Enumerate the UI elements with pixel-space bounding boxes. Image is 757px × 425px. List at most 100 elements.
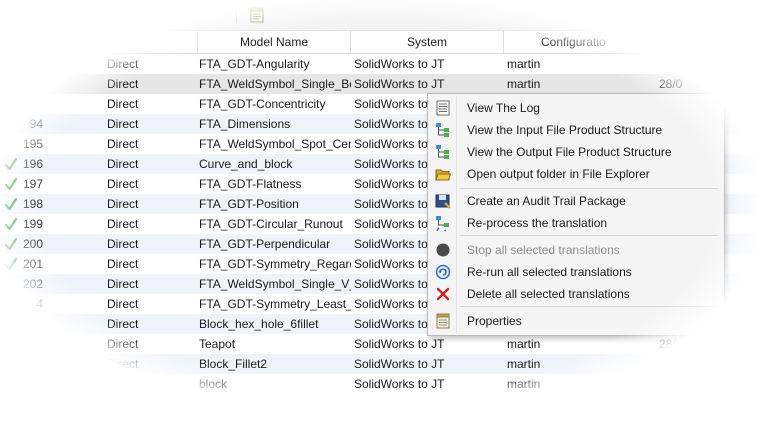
model-name-cell: FTA_WeldSymbol_Spot_Cent <box>199 137 351 151</box>
direction-cell: Direct <box>107 77 139 91</box>
direction-cell: Direct <box>107 297 139 311</box>
direction-cell: Direct <box>107 337 139 351</box>
column-header-direction[interactable] <box>0 31 198 53</box>
stop-icon <box>436 243 450 257</box>
menu-item-re-process-the-translation[interactable]: Re-process the translation <box>430 212 720 234</box>
properties-icon <box>436 313 450 329</box>
row-id-cell: 200 <box>22 237 43 251</box>
folder-open-icon <box>435 169 451 181</box>
direction-cell: Direct <box>107 177 139 191</box>
row-id-cell <box>0 334 43 354</box>
menu-item-label: Delete all selected translations <box>467 287 630 301</box>
table-header: Model Name System Configuratio <box>0 31 757 54</box>
model-name-cell: FTA_WeldSymbol_Single_V_E <box>199 277 351 291</box>
model-name-cell: FTA_GDT-Symmetry_Regardl <box>199 257 351 271</box>
menu-item-label: Properties <box>467 314 522 328</box>
row-id-cell <box>0 354 43 374</box>
notepad-icon[interactable] <box>249 7 265 23</box>
model-name-cell: FTA_Dimensions <box>199 117 291 131</box>
app-window: Model Name System Configuratio Direct FTA… <box>0 0 757 425</box>
direction-cell: Direct <box>107 97 139 111</box>
table-row[interactable]: Direct Block_Fillet2 SolidWorks to JT marti… <box>0 354 757 374</box>
table-row[interactable]: Direct Teapot SolidWorks to JT martin 28/ <box>0 334 757 354</box>
menu-separator <box>460 306 718 307</box>
row-id-cell: 195 <box>22 137 43 151</box>
tree-structure-icon <box>436 123 449 137</box>
table-row[interactable]: Direct FTA_WeldSymbol_Single_Bev SolidWork… <box>0 74 757 94</box>
model-name-cell: FTA_GDT-Circular_Runout <box>199 217 343 231</box>
direction-cell: Direct <box>107 217 139 231</box>
audit-package-icon <box>435 194 451 209</box>
row-id-cell <box>0 54 43 74</box>
menu-item-properties[interactable]: Properties <box>430 310 720 332</box>
menu-item-view-the-output-file-product-structure[interactable]: View the Output File Product Structure <box>430 141 720 163</box>
menu-item-delete-all-selected-translations[interactable]: Delete all selected translations <box>430 283 720 305</box>
system-cell: SolidWorks to JT <box>354 377 445 391</box>
time-cell <box>659 354 749 374</box>
time-cell: 28/ <box>659 337 676 351</box>
direction-cell: Direct <box>107 117 139 131</box>
model-name-cell: Curve_and_block <box>199 157 293 171</box>
system-cell: SolidWorks to JT <box>354 57 445 71</box>
menu-separator <box>460 188 718 189</box>
model-name-cell: FTA_GDT-Symmetry_Least_M <box>199 297 351 311</box>
system-cell: SolidWorks to JT <box>354 357 445 371</box>
direction-cell: Direct <box>107 197 139 211</box>
time-cell <box>659 374 749 394</box>
menu-item-re-run-all-selected-translations[interactable]: Re-run all selected translations <box>430 261 720 283</box>
delete-x-icon <box>436 287 450 301</box>
model-name-cell: Teapot <box>199 337 236 351</box>
system-cell: SolidWorks to JT <box>354 337 445 351</box>
column-header-model-name[interactable]: Model Name <box>198 31 351 53</box>
table-row[interactable]: block SolidWorks to JT martin <box>0 374 757 394</box>
column-header-system[interactable]: System <box>351 31 504 53</box>
toolbar <box>0 0 757 31</box>
row-id-cell <box>0 74 43 94</box>
model-name-cell: FTA_GDT-Concentricity <box>199 97 326 111</box>
menu-item-label: Re-process the translation <box>467 216 608 230</box>
row-id-cell: 202 <box>22 277 43 291</box>
configuration-cell: martin <box>507 377 541 391</box>
time-cell: 28/0 <box>659 77 683 91</box>
menu-item-open-output-folder-in-file-explorer[interactable]: Open output folder in File Explorer <box>430 163 720 185</box>
menu-item-create-an-audit-trail-package[interactable]: Create an Audit Trail Package <box>430 190 720 212</box>
menu-item-label: Stop all selected translations <box>467 243 620 257</box>
menu-item-label: View the Input File Product Structure <box>467 123 663 137</box>
direction-cell: Direct <box>107 137 139 151</box>
direction-cell: Direct <box>107 277 139 291</box>
direction-cell: Direct <box>107 317 139 331</box>
system-cell: SolidWorks to JT <box>354 77 445 91</box>
tree-structure-icon <box>436 145 449 159</box>
direction-cell: Direct <box>107 357 139 371</box>
menu-separator <box>460 235 718 236</box>
model-name-cell: FTA_GDT-Flatness <box>199 177 302 191</box>
model-name-cell: FTA_GDT-Position <box>199 197 299 211</box>
time-cell <box>659 54 749 74</box>
menu-item-label: View the Output File Product Structure <box>467 145 672 159</box>
menu-item-label: Open output folder in File Explorer <box>467 167 650 181</box>
row-id-cell: 197 <box>22 177 43 191</box>
direction-cell: Direct <box>107 257 139 271</box>
menu-item-stop-all-selected-translations: Stop all selected translations <box>430 239 720 261</box>
direction-cell: Direct <box>107 157 139 171</box>
row-id-cell: 198 <box>22 197 43 211</box>
row-id-cell: 196 <box>22 157 43 171</box>
column-header-configuration[interactable]: Configuratio <box>504 31 757 53</box>
menu-item-label: Re-run all selected translations <box>467 265 632 279</box>
row-id-cell <box>0 374 43 394</box>
model-name-cell: Block_Fillet2 <box>199 357 268 371</box>
model-name-cell: Block_hex_hole_6fillet <box>199 317 319 331</box>
direction-cell: Direct <box>107 57 139 71</box>
model-name-cell: FTA_WeldSymbol_Single_Bev <box>199 77 351 91</box>
table-row[interactable]: Direct FTA_GDT-Angularity SolidWorks to JT… <box>0 54 757 74</box>
rerun-icon <box>435 264 451 280</box>
menu-item-view-the-input-file-product-structure[interactable]: View the Input File Product Structure <box>430 119 720 141</box>
model-name-cell: FTA_GDT-Angularity <box>199 57 310 71</box>
configuration-cell: martin <box>507 77 541 91</box>
reprocess-icon <box>436 216 449 231</box>
menu-item-view-the-log[interactable]: View The Log <box>430 97 720 119</box>
toolbar-separator <box>236 8 237 23</box>
direction-cell: Direct <box>107 237 139 251</box>
direction-cell <box>107 374 195 394</box>
menu-item-label: Create an Audit Trail Package <box>467 194 626 208</box>
